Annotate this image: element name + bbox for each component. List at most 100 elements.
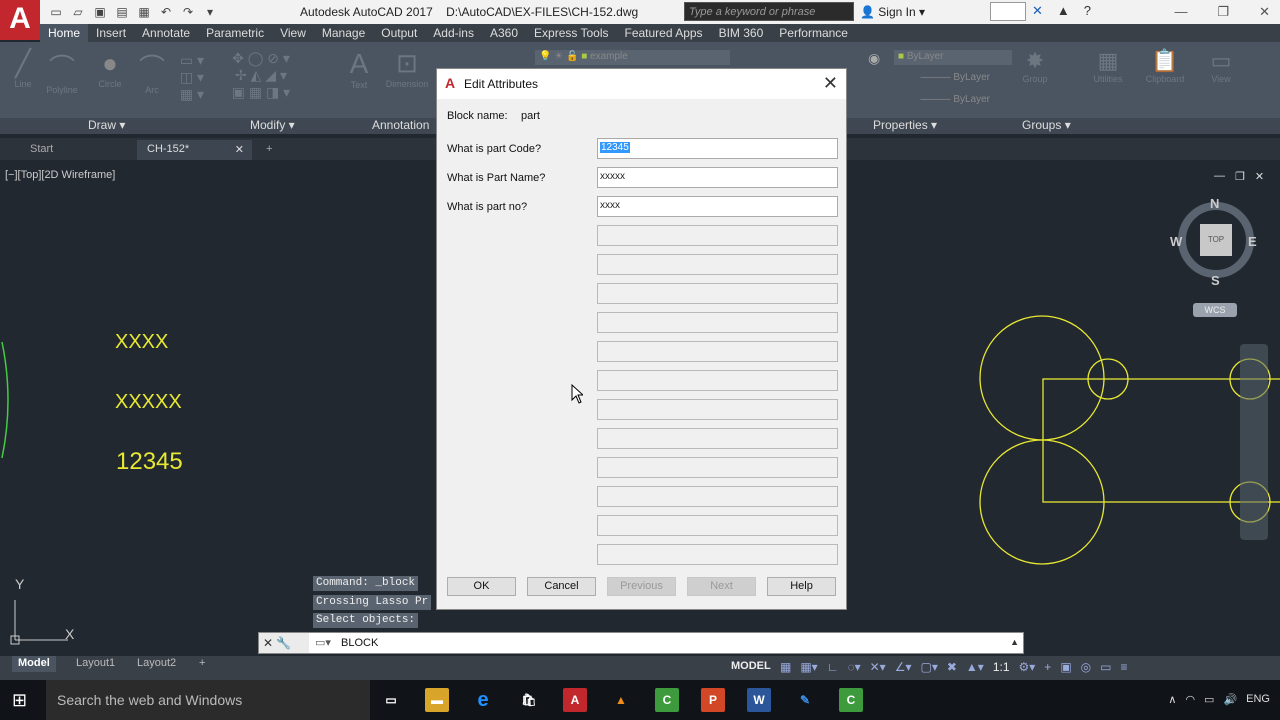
restore-icon[interactable]: ❐ (1217, 4, 1229, 20)
tab-parametric[interactable]: Parametric (198, 24, 272, 42)
layer-dropdown[interactable]: 💡 ☀ 🔓 ■ example (535, 50, 730, 65)
tab-layout1[interactable]: Layout1 (70, 656, 121, 672)
lineweight-dropdown[interactable]: ——— ByLayer (894, 94, 1012, 109)
snap-icon[interactable]: ▦▾ (800, 660, 817, 674)
groups-group-label[interactable]: Groups ▾ (1022, 118, 1071, 132)
ortho-icon[interactable]: ∟ (827, 660, 839, 674)
taskbar-search-input[interactable]: Search the web and Windows (46, 680, 370, 720)
file-explorer-icon[interactable]: ▬ (425, 688, 449, 712)
close-icon[interactable]: ✕ (1259, 4, 1270, 20)
annotation-scale-icon[interactable]: ▲▾ (966, 660, 984, 674)
close-tab-icon[interactable]: ✕ (235, 143, 244, 156)
attribute-text-part-no[interactable]: XXXX (115, 331, 168, 354)
annotation-scale-value[interactable]: 1:1 (993, 660, 1010, 674)
properties-group-label[interactable]: Properties ▾ (873, 118, 937, 132)
volume-icon[interactable]: 🔊 (1223, 693, 1237, 706)
text-tool[interactable]: A Text (344, 48, 374, 90)
tab-performance[interactable]: Performance (771, 24, 856, 42)
customize-status-icon[interactable]: ≡ (1120, 660, 1127, 674)
tray-chevron-icon[interactable]: ∧ (1168, 693, 1176, 706)
group-tool[interactable]: ✸ Group (1018, 48, 1052, 84)
viewcube[interactable]: TOP N S E W (1170, 196, 1260, 288)
recent-commands-icon[interactable]: ▭▾ (315, 636, 331, 649)
block-geometry[interactable] (976, 312, 1280, 572)
new-icon[interactable]: ▭ (48, 4, 64, 20)
drawing-tab[interactable]: CH-152* ✕ (137, 140, 252, 160)
windows-start-icon[interactable]: ⊞ (12, 690, 32, 710)
new-tab-button[interactable]: + (256, 140, 282, 160)
exchange-icon[interactable]: ✕ (1032, 3, 1043, 19)
line-tool[interactable]: ╱ Line (10, 48, 36, 89)
tab-featured-apps[interactable]: Featured Apps (617, 24, 711, 42)
tab-home[interactable]: Home (40, 24, 89, 42)
isolate-icon[interactable]: ▣ (1060, 660, 1071, 674)
modify-tools[interactable]: ✥ ◯ ⊘ ▾ ✢ ◭ ◢ ▾ ▣ ▦ ◨ ▾ (216, 50, 306, 101)
utilities-tool[interactable]: ▦ Utilities (1086, 48, 1130, 84)
save-as-icon[interactable]: ▤ (114, 4, 130, 20)
tab-model[interactable]: Model (12, 656, 56, 672)
color-wheel-icon[interactable]: ◉ (868, 50, 880, 67)
battery-icon[interactable]: ▭ (1204, 693, 1214, 706)
command-input[interactable]: BLOCK (341, 637, 378, 649)
plus-icon[interactable]: + (1044, 660, 1051, 674)
pen-tool-icon[interactable]: ✎ (793, 688, 817, 712)
network-icon[interactable]: ◠ (1185, 693, 1195, 706)
add-layout-button[interactable]: + (193, 656, 211, 672)
compass-south[interactable]: S (1211, 273, 1220, 288)
compass-east[interactable]: E (1248, 234, 1257, 249)
tab-express-tools[interactable]: Express Tools (526, 24, 616, 42)
help-search-input[interactable]: Type a keyword or phrase (684, 2, 854, 21)
part-code-field[interactable]: 12345 (597, 138, 838, 159)
open-icon[interactable]: ▱ (70, 4, 86, 20)
tab-view[interactable]: View (272, 24, 314, 42)
command-line[interactable]: ✕ 🔧 ▭▾ BLOCK ▲ (258, 632, 1024, 654)
modify-group-label[interactable]: Modify ▾ (250, 118, 295, 132)
arc-tool[interactable]: ⌒ Arc (138, 48, 166, 95)
start-tab[interactable]: Start (20, 140, 135, 160)
polar-icon[interactable]: ◌▾ (847, 660, 860, 674)
part-name-field[interactable]: xxxxx (597, 167, 838, 188)
dialog-close-icon[interactable]: ✕ (823, 73, 838, 94)
ok-button[interactable]: OK (447, 577, 516, 596)
modify-small-tools[interactable]: ▭ ▾ ◫ ▾ ▦ ▾ (172, 52, 212, 103)
powerpoint-icon[interactable]: P (701, 688, 725, 712)
word-icon[interactable]: W (747, 688, 771, 712)
polyline-tool[interactable]: ⌒ Polyline (40, 48, 84, 95)
dropdown-icon[interactable]: ▾ (202, 4, 218, 20)
tab-a360[interactable]: A360 (482, 24, 526, 42)
color-dropdown[interactable]: ■ ByLayer (894, 50, 1012, 65)
sign-in-button[interactable]: 👤 Sign In ▾ (860, 5, 925, 19)
viewport-restore-icon[interactable]: ❐ (1235, 170, 1245, 183)
compass-west[interactable]: W (1170, 234, 1182, 249)
viewport-controls-label[interactable]: [−][Top][2D Wireframe] (5, 169, 115, 181)
model-space-button[interactable]: MODEL (731, 660, 771, 672)
camtasia-icon[interactable]: C (655, 688, 679, 712)
viewport-minimize-icon[interactable]: — (1214, 170, 1225, 183)
a360-icon[interactable]: ▲ (1057, 3, 1070, 19)
clipboard-tool[interactable]: 📋 Clipboard (1138, 48, 1192, 84)
next-button[interactable]: Next (687, 577, 756, 596)
autocad-taskbar-icon[interactable]: A (563, 688, 587, 712)
command-history-toggle-icon[interactable]: ▲ (1010, 637, 1019, 647)
compass-north[interactable]: N (1210, 196, 1219, 211)
language-indicator[interactable]: ENG (1246, 693, 1270, 706)
part-no-field[interactable]: xxxx (597, 196, 838, 217)
navigation-bar[interactable] (1240, 344, 1268, 540)
save-icon[interactable]: ▣ (92, 4, 108, 20)
clean-screen-icon[interactable]: ▭ (1100, 660, 1111, 674)
wcs-menu[interactable]: WCS (1193, 303, 1237, 317)
tab-output[interactable]: Output (373, 24, 425, 42)
circle-tool[interactable]: ● Circle (94, 48, 126, 89)
help-icon[interactable]: ? (1084, 3, 1091, 19)
selection-cycling-icon[interactable]: ▢▾ (920, 660, 937, 674)
tab-addins[interactable]: Add-ins (425, 24, 482, 42)
view-tool[interactable]: ▭ View (1204, 48, 1238, 84)
viewcube-top-face[interactable]: TOP (1200, 224, 1232, 256)
annotation-visibility-icon[interactable]: ✖ (947, 660, 957, 674)
annotation-group-label[interactable]: Annotation (372, 118, 429, 132)
camtasia-recorder-icon[interactable]: C (839, 688, 863, 712)
draw-group-label[interactable]: Draw ▾ (88, 118, 125, 132)
redo-icon[interactable]: ↷ (180, 4, 196, 20)
cancel-button[interactable]: Cancel (527, 577, 596, 596)
edge-icon[interactable]: e (471, 688, 495, 712)
